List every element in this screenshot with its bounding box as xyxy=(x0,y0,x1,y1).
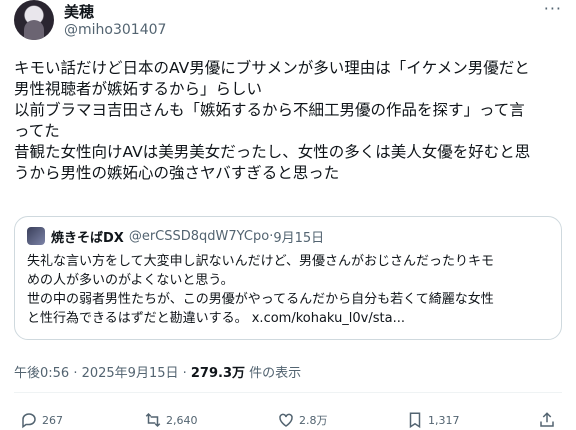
post-header: 美穂 @miho301407 ··· xyxy=(14,0,562,40)
quoted-avatar xyxy=(27,227,45,245)
quoted-line: 失礼な言い方をして大変申し訳ないんだけど、男優さんがおじさんだったりキモ xyxy=(27,254,494,269)
quoted-handle: @erCSSD8qdW7YCpo xyxy=(128,228,270,244)
repost-count: 2,640 xyxy=(166,413,198,427)
like-count: 2.8万 xyxy=(299,414,328,427)
reply-icon xyxy=(22,413,36,429)
share-button[interactable] xyxy=(538,410,560,430)
quoted-line: 世の中の弱者男性たちが、この男優がやってるんだから自分も若くて綺麗な女性 xyxy=(27,292,494,307)
avatar[interactable] xyxy=(14,0,54,40)
post-time[interactable]: 午後0:56 · 2025年9月15日 · xyxy=(14,366,191,381)
post-line: 男性視聴者が嫉妬するから」らしい xyxy=(14,80,263,98)
bookmark-count: 1,317 xyxy=(428,413,460,427)
reply-button[interactable]: 267 xyxy=(20,410,63,430)
quoted-display-name: 焼きそばDX xyxy=(51,230,124,246)
quoted-line: と性行為できるはずだと勘違いする。 x.com/kohaku_l0v/sta..… xyxy=(27,311,405,326)
user-handle[interactable]: @miho301407 xyxy=(64,22,166,39)
quoted-post-header: 焼きそばDX @erCSSD8qdW7YCpo · 9月15日 xyxy=(27,227,549,246)
post-timestamp: 午後0:56 · 2025年9月15日 · 279.3万 件の表示 xyxy=(14,362,301,381)
reply-count: 267 xyxy=(42,413,63,427)
divider xyxy=(14,392,562,393)
quoted-text: 失礼な言い方をして大変申し訳ないんだけど、男優さんがおじさんだったりキモ めの人… xyxy=(27,252,549,328)
repost-button[interactable]: 2,640 xyxy=(144,410,198,430)
action-bar: 267 2,640 2.8万 1,317 xyxy=(14,410,562,430)
like-icon xyxy=(279,413,293,427)
post-line: 以前ブラマヨ吉田さんも「嫉妬するから不細工男優の作品を探す」って言 xyxy=(14,101,525,119)
quoted-date: 9月15日 xyxy=(273,230,325,246)
quoted-post[interactable]: 焼きそばDX @erCSSD8qdW7YCpo · 9月15日 失礼な言い方をし… xyxy=(14,216,562,340)
bookmark-icon xyxy=(409,412,421,429)
post-line: うから男性の嫉妬心の強さヤバすぎると思った xyxy=(14,164,340,182)
view-suffix: 件の表示 xyxy=(245,366,302,381)
quoted-line: めの人が多いのがよくないと思う。 xyxy=(27,273,234,288)
like-button[interactable]: 2.8万 xyxy=(277,410,328,430)
post-text: キモい話だけど日本のAV男優にブサメンが多い理由は「イケメン男優だと 男性視聴者… xyxy=(14,58,562,184)
view-count: 279.3万 xyxy=(190,366,246,381)
share-icon xyxy=(540,412,554,427)
more-options-icon[interactable]: ··· xyxy=(544,1,562,17)
post-line: ってた xyxy=(14,122,60,140)
post-line: キモい話だけど日本のAV男優にブサメンが多い理由は「イケメン男優だと xyxy=(14,59,530,77)
repost-icon xyxy=(145,412,161,428)
post-line: 昔観た女性向けAVは美男美女だったし、女性の多くは美人女優を好むと思 xyxy=(14,143,531,161)
display-name[interactable]: 美穂 xyxy=(64,3,94,21)
bookmark-button[interactable]: 1,317 xyxy=(406,410,460,430)
